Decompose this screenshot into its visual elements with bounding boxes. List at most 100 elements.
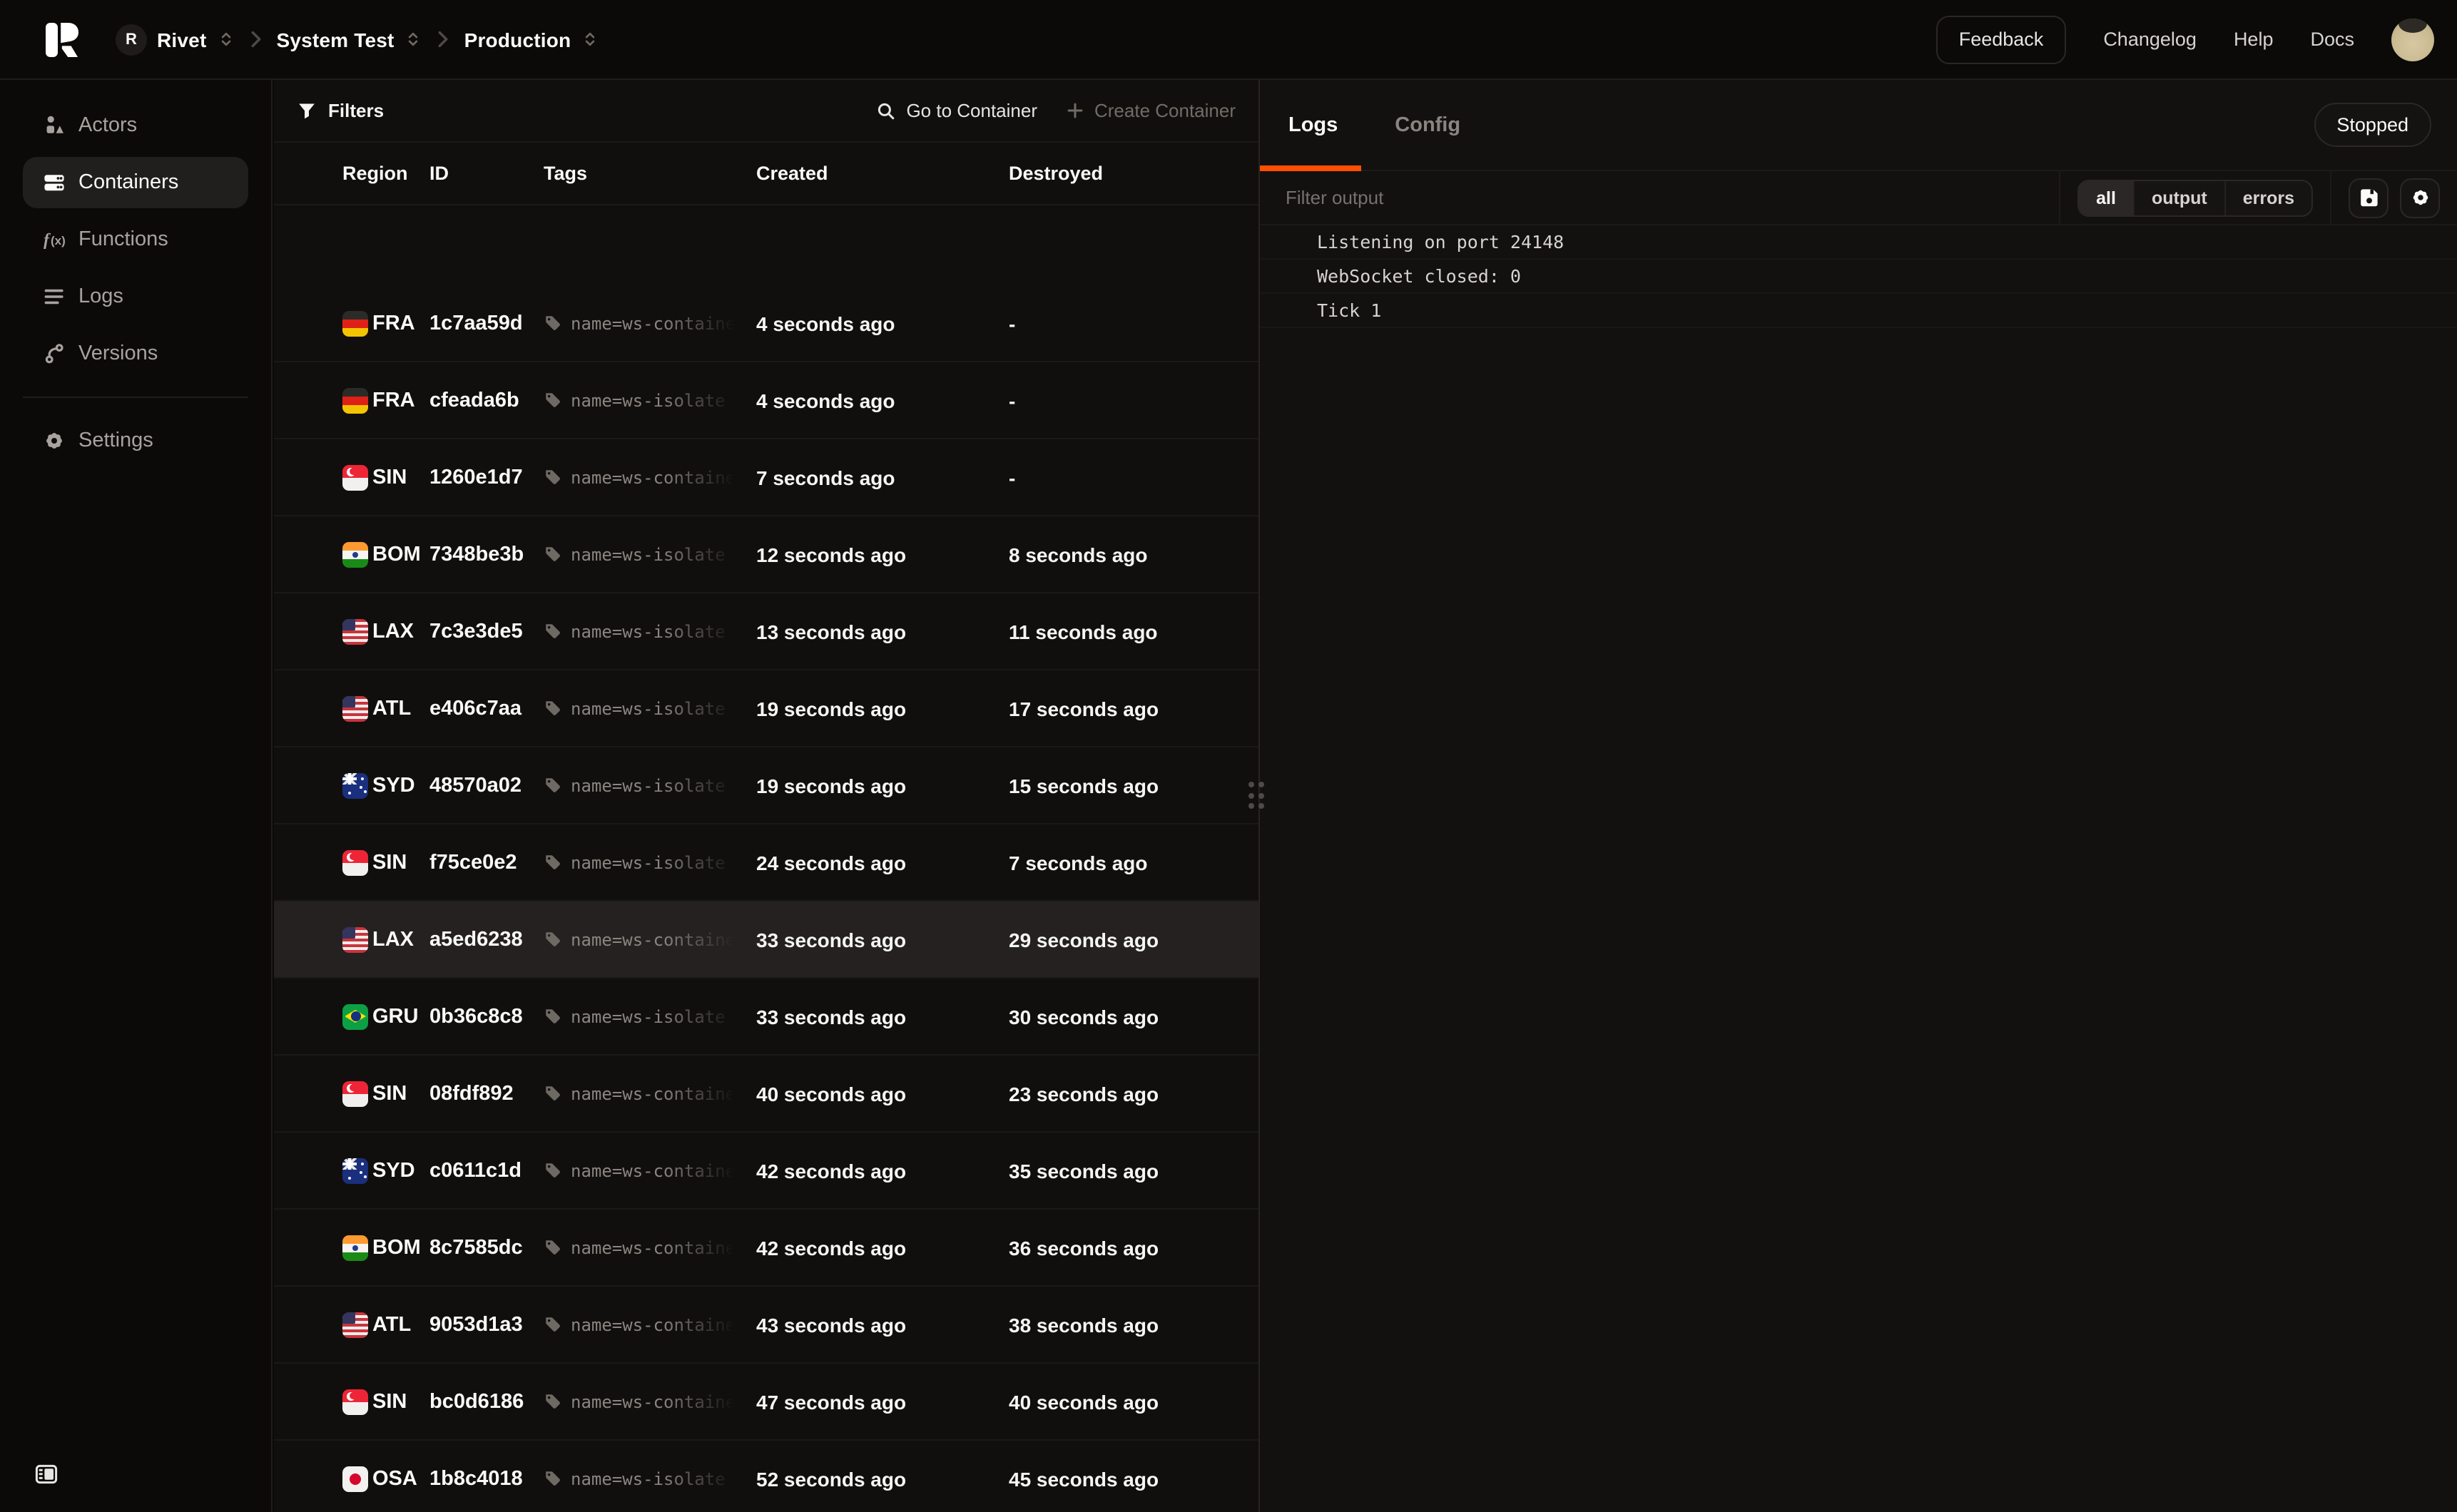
table-row[interactable]: BOM 7348be3b name=ws-isolate 12 seconds … xyxy=(274,516,1258,593)
filters-button[interactable]: Filters xyxy=(297,100,384,121)
tag-text: name=ws-isolate xyxy=(571,544,745,564)
tag-icon xyxy=(544,468,562,486)
container-id: 48570a02 xyxy=(429,774,544,797)
save-logs-button[interactable] xyxy=(2349,178,2389,218)
region-code: ATL xyxy=(372,1313,429,1336)
created-cell: 13 seconds ago xyxy=(756,620,1009,643)
destroyed-cell: 7 seconds ago xyxy=(1009,851,1244,874)
tag-icon xyxy=(544,622,562,640)
region-flag-icon xyxy=(342,1312,368,1337)
container-id: 1c7aa59d xyxy=(429,312,544,334)
gear-icon xyxy=(43,429,66,452)
mode-output[interactable]: output xyxy=(2133,180,2224,215)
save-icon xyxy=(2358,187,2379,208)
breadcrumb-environment-label: Production xyxy=(464,28,571,51)
region-code: LAX xyxy=(372,928,429,951)
nav-link-changelog[interactable]: Changelog xyxy=(2103,29,2197,50)
table-row[interactable]: SYD 48570a02 name=ws-isolate 19 seconds … xyxy=(274,747,1258,824)
table-row[interactable]: SYD c0611c1d name=ws-container 42 second… xyxy=(274,1133,1258,1210)
tags-cell: name=ws-isolate xyxy=(544,775,756,795)
topbar: R Rivet System Test Production Feedback … xyxy=(0,0,2457,80)
table-row[interactable]: SIN bc0d6186 name=ws-container 47 second… xyxy=(274,1364,1258,1441)
gear-icon xyxy=(2409,187,2431,208)
destroyed-cell: 11 seconds ago xyxy=(1009,620,1244,643)
tab-logs[interactable]: Logs xyxy=(1260,80,1366,170)
tags-cell: name=ws-container xyxy=(544,1391,756,1411)
region-flag-icon xyxy=(342,387,368,413)
sidebar-item-settings[interactable]: Settings xyxy=(23,415,248,466)
panel-resize-handle[interactable] xyxy=(1248,782,1264,809)
region-code: SIN xyxy=(372,1390,429,1413)
destroyed-cell: - xyxy=(1009,466,1244,489)
region-code: SIN xyxy=(372,466,429,489)
mode-all[interactable]: all xyxy=(2079,180,2133,215)
sidebar-item-logs[interactable]: Logs xyxy=(23,271,248,322)
region-flag-icon xyxy=(342,1466,368,1491)
server-icon xyxy=(43,171,66,194)
create-container-button[interactable]: Create Container xyxy=(1066,100,1236,121)
table-row[interactable]: FRA 1c7aa59d name=ws-container 4 seconds… xyxy=(274,285,1258,362)
panel-collapse-icon xyxy=(34,1462,58,1486)
table-row[interactable]: SIN f75ce0e2 name=ws-isolate 24 seconds … xyxy=(274,824,1258,901)
tags-cell: name=ws-container xyxy=(544,929,756,949)
column-header-id: ID xyxy=(429,163,544,184)
tab-config[interactable]: Config xyxy=(1366,80,1489,170)
column-header-tags: Tags xyxy=(544,163,756,184)
tags-cell: name=ws-container xyxy=(544,1314,756,1334)
table-row[interactable]: SIN 08fdf892 name=ws-container 40 second… xyxy=(274,1056,1258,1133)
tag-text: name=ws-container xyxy=(571,313,745,333)
container-id: 8c7585dc xyxy=(429,1236,544,1259)
column-header-created: Created xyxy=(756,163,1009,184)
filter-output-input[interactable]: Filter output xyxy=(1260,171,2059,224)
table-row[interactable]: OSA 1b8c4018 name=ws-isolate 52 seconds … xyxy=(274,1441,1258,1512)
destroyed-cell: 35 seconds ago xyxy=(1009,1159,1244,1182)
sidebar-item-functions[interactable]: f (x) Functions xyxy=(23,214,248,265)
destroyed-cell: 38 seconds ago xyxy=(1009,1313,1244,1336)
go-to-container-button[interactable]: Go to Container xyxy=(876,100,1037,121)
nav-link-docs[interactable]: Docs xyxy=(2310,29,2354,50)
tag-text: name=ws-isolate xyxy=(571,1468,745,1488)
tag-text: name=ws-container xyxy=(571,1083,745,1103)
sidebar-item-actors[interactable]: Actors xyxy=(23,100,248,151)
region-code: SIN xyxy=(372,1082,429,1105)
sidebar-item-containers[interactable]: Containers xyxy=(23,157,248,208)
container-id: c0611c1d xyxy=(429,1159,544,1182)
region-code: LAX xyxy=(372,620,429,643)
function-icon: f (x) xyxy=(43,228,66,251)
log-settings-button[interactable] xyxy=(2400,178,2440,218)
sidebar-item-versions[interactable]: Versions xyxy=(23,328,248,379)
table-row[interactable]: ATL e406c7aa name=ws-isolate 19 seconds … xyxy=(274,670,1258,747)
table-row[interactable]: LAX 7c3e3de5 name=ws-isolate 13 seconds … xyxy=(274,593,1258,670)
table-row[interactable]: GRU 0b36c8c8 name=ws-isolate 33 seconds … xyxy=(274,979,1258,1056)
mode-errors[interactable]: errors xyxy=(2224,180,2311,215)
svg-text:(x): (x) xyxy=(51,234,66,247)
app-root: R Rivet System Test Production Feedback … xyxy=(0,0,2457,1512)
filters-label: Filters xyxy=(328,100,384,121)
breadcrumb: R Rivet System Test Production xyxy=(116,24,599,55)
container-id: 1b8c4018 xyxy=(429,1467,544,1490)
table-row[interactable]: ATL 9053d1a3 name=ws-container 43 second… xyxy=(274,1287,1258,1364)
log-filter-row: Filter output all output errors xyxy=(1260,171,2457,225)
nav-link-help[interactable]: Help xyxy=(2234,29,2274,50)
feedback-button[interactable]: Feedback xyxy=(1936,15,2067,63)
region-flag-icon xyxy=(342,695,368,721)
logs-tabs-row: Logs Config Stopped xyxy=(1260,80,2457,171)
region-code: BOM xyxy=(372,543,429,566)
breadcrumb-org[interactable]: R Rivet xyxy=(116,24,235,55)
tags-cell: name=ws-isolate xyxy=(544,698,756,718)
table-row[interactable]: LAX a5ed6238 name=ws-container 33 second… xyxy=(274,901,1258,979)
created-cell: 7 seconds ago xyxy=(756,466,1009,489)
breadcrumb-project[interactable]: System Test xyxy=(276,28,422,51)
rivet-logo-icon[interactable] xyxy=(44,21,81,58)
breadcrumb-environment[interactable]: Production xyxy=(464,28,600,51)
collapse-sidebar-button[interactable] xyxy=(34,1462,58,1486)
region-flag-icon xyxy=(342,1081,368,1106)
user-avatar[interactable] xyxy=(2391,18,2434,61)
table-row[interactable]: SIN 1260e1d7 name=ws-container 7 seconds… xyxy=(274,439,1258,516)
table-row[interactable]: BOM 8c7585dc name=ws-container 42 second… xyxy=(274,1210,1258,1287)
breadcrumb-org-label: Rivet xyxy=(157,28,206,51)
log-line: Tick 1 xyxy=(1260,294,2457,328)
tag-text: name=ws-container xyxy=(571,1391,745,1411)
table-row[interactable]: FRA cfeada6b name=ws-isolate 4 seconds a… xyxy=(274,362,1258,439)
container-id: 7348be3b xyxy=(429,543,544,566)
